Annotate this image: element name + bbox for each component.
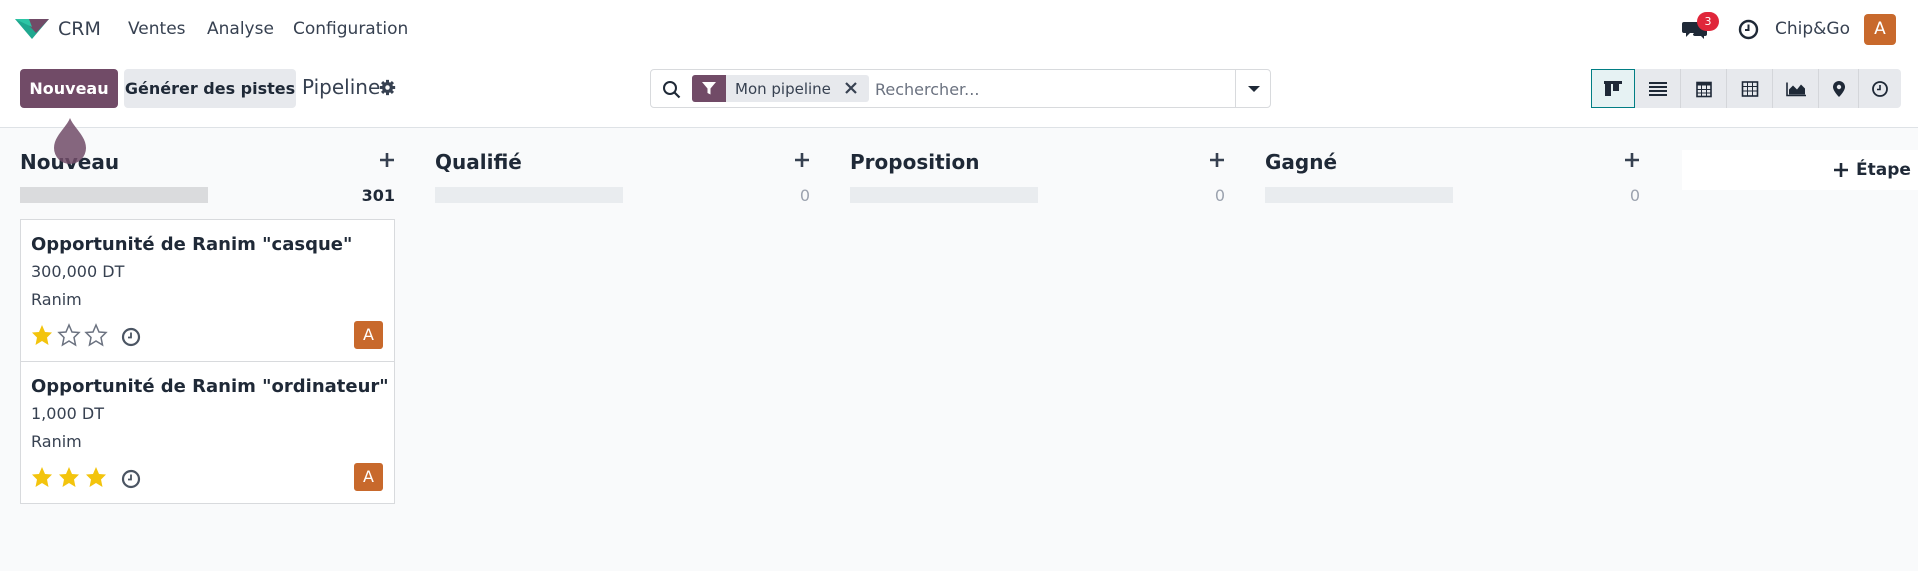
column-title[interactable]: Proposition: [850, 150, 979, 174]
facet-label: Mon pipeline: [735, 80, 831, 98]
column-title[interactable]: Qualifié: [435, 150, 522, 174]
app-name[interactable]: CRM: [58, 18, 101, 40]
breadcrumb-pipeline: Pipeline: [302, 75, 381, 99]
kanban-card[interactable]: Opportunité de Ranim "ordinateur" 1,000 …: [20, 361, 395, 504]
star-filled-icon[interactable]: [30, 323, 54, 347]
card-title: Opportunité de Ranim "casque": [31, 234, 353, 255]
kanban-card[interactable]: Opportunité de Ranim "casque" 300,000 DT…: [20, 219, 395, 362]
gear-icon[interactable]: [379, 79, 396, 96]
new-button[interactable]: Nouveau: [20, 69, 118, 108]
column-count: 0: [1214, 186, 1225, 205]
card-avatar[interactable]: A: [354, 321, 383, 349]
plus-icon[interactable]: [1209, 152, 1225, 168]
company-switcher[interactable]: Chip&Go: [1775, 19, 1850, 39]
graph-view-button[interactable]: [1773, 69, 1819, 108]
clock-icon: [1872, 80, 1888, 97]
droplet-pointer-icon: [54, 118, 86, 164]
map-view-button[interactable]: [1819, 69, 1859, 108]
list-view-button[interactable]: [1635, 69, 1681, 108]
card-contact: Ranim: [31, 432, 82, 451]
plus-icon[interactable]: [1624, 152, 1640, 168]
user-avatar[interactable]: A: [1864, 14, 1896, 45]
map-pin-icon: [1832, 80, 1845, 97]
column-progress-bar[interactable]: [1265, 187, 1453, 203]
add-stage-button[interactable]: Étape: [1682, 150, 1918, 190]
column-title[interactable]: Gagné: [1265, 150, 1337, 174]
list-icon: [1648, 81, 1667, 96]
menu-analyse[interactable]: Analyse: [207, 19, 274, 39]
calendar-view-button[interactable]: [1681, 69, 1727, 108]
column-progress-bar[interactable]: [850, 187, 1038, 203]
menu-configuration[interactable]: Configuration: [293, 19, 408, 39]
star-filled-icon[interactable]: [57, 465, 81, 489]
menu-ventes[interactable]: Ventes: [128, 19, 186, 39]
column-count: 0: [799, 186, 810, 205]
add-stage-label: Étape: [1856, 160, 1911, 180]
plus-icon[interactable]: [379, 152, 395, 168]
plus-icon: [1834, 163, 1848, 177]
search-icon[interactable]: [662, 80, 681, 99]
search-input[interactable]: [875, 77, 1215, 101]
control-panel: Nouveau Générer des pistes Pipeline Mon …: [0, 58, 1918, 128]
graph-icon: [1785, 82, 1806, 96]
search-bar: Mon pipeline: [650, 69, 1271, 108]
card-amount: 300,000 DT: [31, 262, 125, 281]
pivot-view-button[interactable]: [1727, 69, 1773, 108]
column-progress-bar[interactable]: [20, 187, 208, 203]
star-empty-icon[interactable]: [84, 323, 108, 347]
chat-badge: 3: [1697, 12, 1719, 31]
filter-icon: [692, 75, 726, 102]
close-icon[interactable]: [842, 79, 860, 97]
top-navbar: CRM Ventes Analyse Configuration 3 Chip&…: [0, 0, 1918, 58]
crm-logo-icon[interactable]: [15, 17, 49, 41]
activity-clock-icon[interactable]: [1738, 19, 1759, 40]
caret-down-icon: [1248, 86, 1260, 92]
column-count: 301: [361, 186, 395, 205]
star-filled-icon[interactable]: [84, 465, 108, 489]
search-facet: Mon pipeline: [692, 75, 869, 102]
activity-view-button[interactable]: [1859, 69, 1901, 108]
pivot-icon: [1741, 80, 1758, 97]
column-progress-bar[interactable]: [435, 187, 623, 203]
card-title: Opportunité de Ranim "ordinateur": [31, 376, 389, 397]
activity-clock-icon[interactable]: [121, 469, 141, 489]
search-options-toggle[interactable]: [1235, 70, 1271, 107]
plus-icon[interactable]: [794, 152, 810, 168]
star-empty-icon[interactable]: [57, 323, 81, 347]
star-filled-icon[interactable]: [30, 465, 54, 489]
activity-clock-icon[interactable]: [121, 327, 141, 347]
card-amount: 1,000 DT: [31, 404, 104, 423]
column-count: 0: [1629, 186, 1640, 205]
calendar-icon: [1695, 81, 1712, 97]
card-contact: Ranim: [31, 290, 82, 309]
kanban-view-button[interactable]: [1591, 69, 1635, 108]
card-avatar[interactable]: A: [354, 463, 383, 491]
kanban-icon: [1604, 80, 1622, 96]
generate-leads-button[interactable]: Générer des pistes: [124, 69, 296, 108]
